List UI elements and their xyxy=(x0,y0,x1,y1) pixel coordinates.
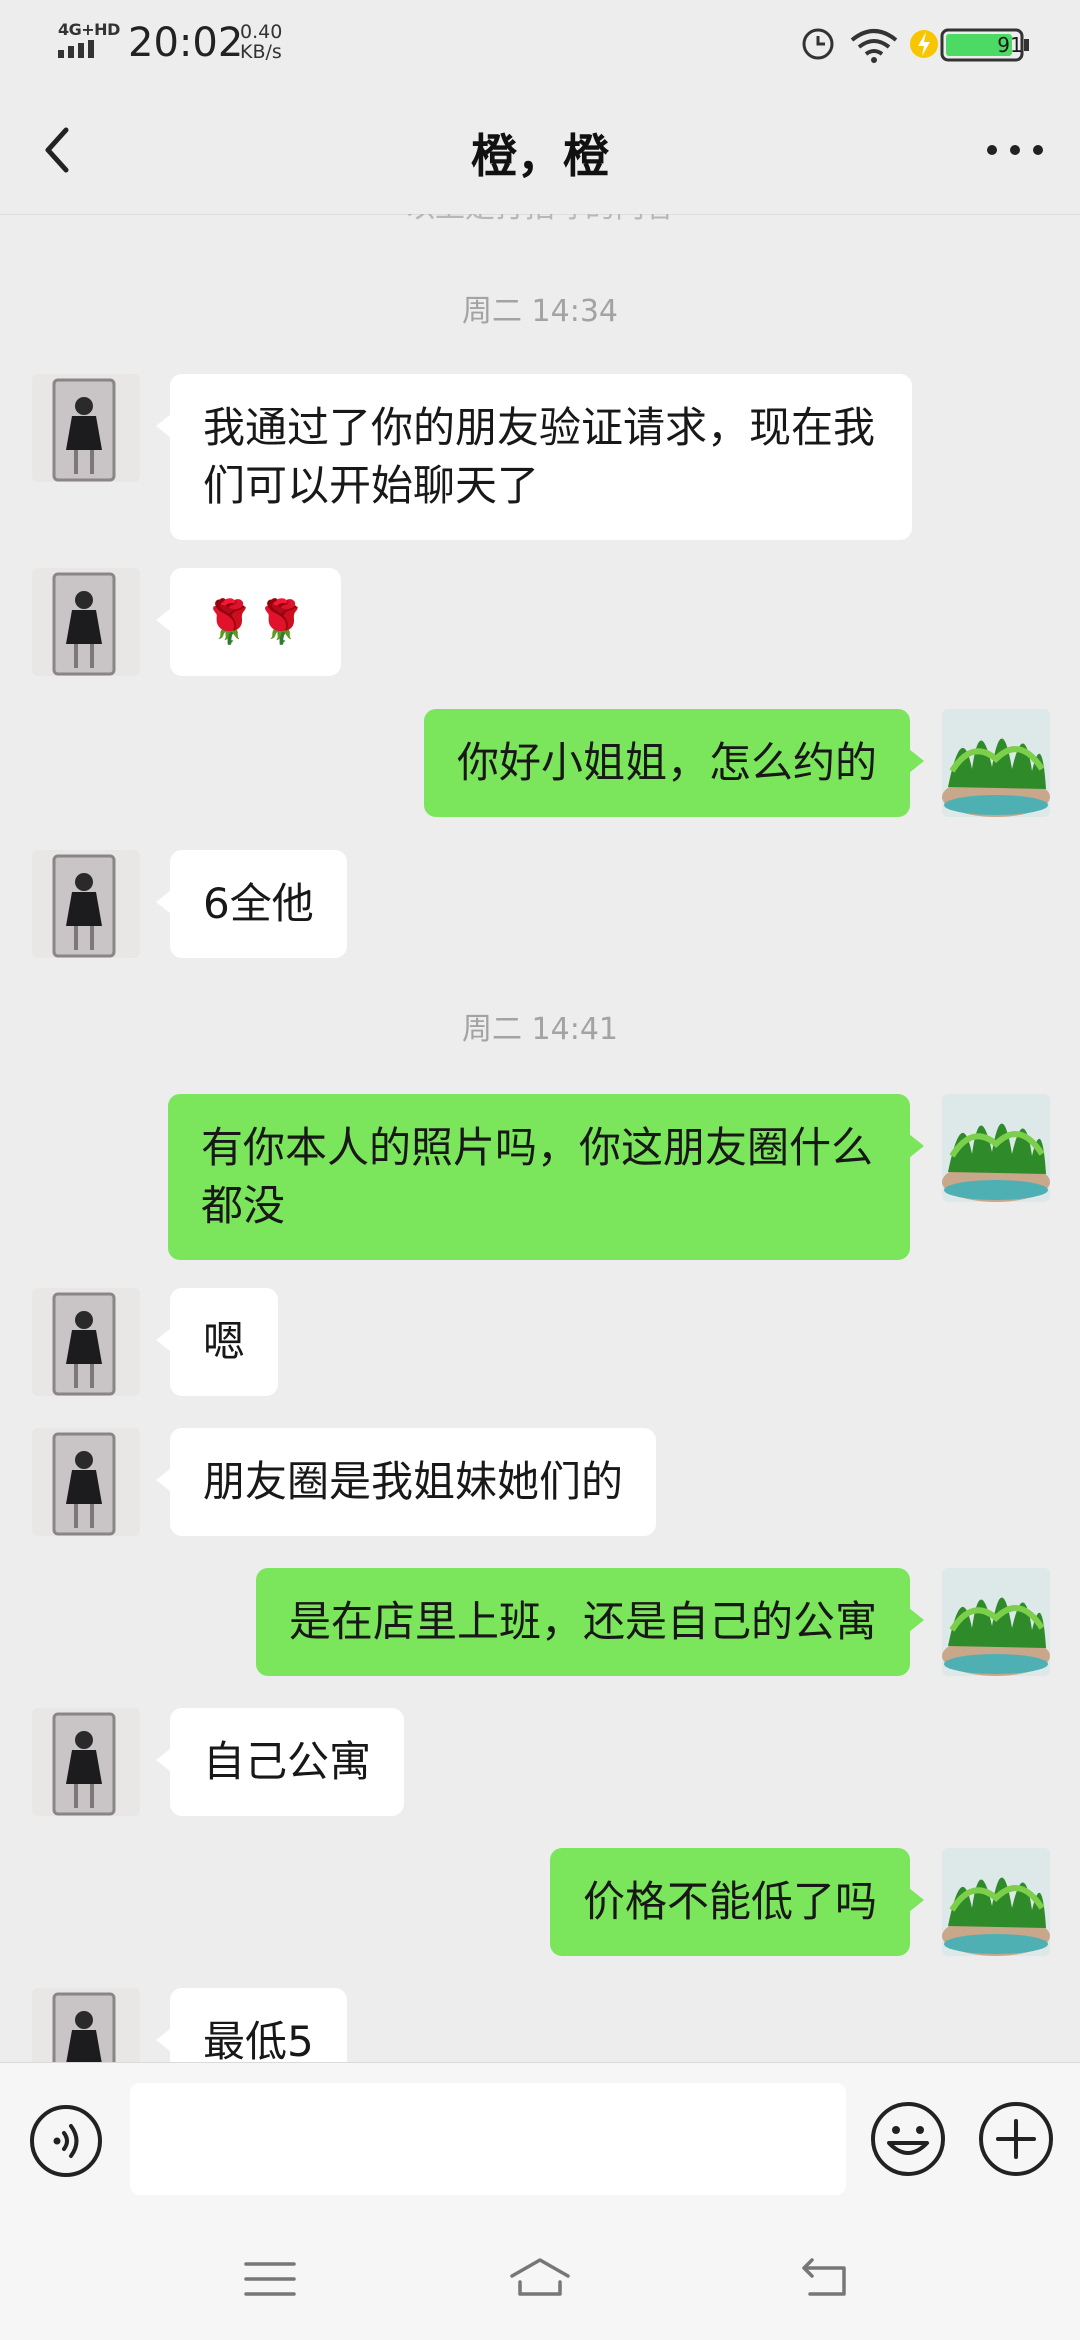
status-icons: 91 xyxy=(802,28,1029,63)
my-avatar[interactable] xyxy=(942,1848,1050,1956)
status-bar: 4G+HD 20:02 0.40 KB/s 91 xyxy=(0,0,1080,84)
more-options-icon[interactable] xyxy=(980,120,1050,180)
message-bubble[interactable]: 你好小姐姐，怎么约的 xyxy=(423,709,925,817)
message-bubble[interactable]: 自己公寓 xyxy=(155,1708,405,1816)
emoji-icon[interactable] xyxy=(868,2099,948,2179)
wifi-icon xyxy=(850,29,898,63)
message-bubble[interactable]: 嗯 xyxy=(155,1288,279,1396)
timestamp: 周二 14:34 xyxy=(462,294,618,329)
plus-icon[interactable] xyxy=(976,2099,1056,2179)
message-bubble[interactable]: 朋友圈是我姐妹她们的 xyxy=(155,1428,657,1536)
timestamp: 周二 14:41 xyxy=(462,1012,618,1047)
clock: 20:02 xyxy=(128,20,244,66)
input-bar xyxy=(0,2062,1080,2223)
battery-level: 91 xyxy=(997,33,1022,57)
chat-header: 橙，橙 xyxy=(0,84,1080,215)
message-bubble[interactable]: 6全他 xyxy=(156,850,347,958)
message-bubble[interactable]: 价格不能低了吗 xyxy=(549,1848,925,1956)
menu-icon[interactable] xyxy=(240,2254,300,2304)
network-speed: 0.40 KB/s xyxy=(240,21,283,63)
message-input[interactable] xyxy=(130,2083,846,2195)
home-icon[interactable] xyxy=(508,2254,572,2304)
contact-avatar[interactable] xyxy=(32,850,140,958)
alarm-icon xyxy=(802,28,834,60)
message-bubble[interactable]: 我通过了你的朋友验证请求，现在我们可以开始聊天了 xyxy=(156,374,912,540)
message-bubble[interactable]: 🌹🌹 xyxy=(156,568,341,676)
system-nav-bar xyxy=(0,2222,1080,2340)
back-icon[interactable] xyxy=(792,2254,852,2304)
message-bubble[interactable]: 是在店里上班，还是自己的公寓 xyxy=(255,1568,925,1676)
contact-avatar[interactable] xyxy=(32,1428,140,1536)
voice-icon[interactable] xyxy=(28,2103,104,2179)
my-avatar[interactable] xyxy=(942,709,1050,817)
chat-area[interactable]: 以上是打招呼的内容 周二 14:34 我通过了你的朋友验证请求，现在我们可以开始… xyxy=(0,214,1080,2062)
contact-avatar[interactable] xyxy=(32,1288,140,1396)
contact-avatar[interactable] xyxy=(32,1988,140,2062)
contact-avatar[interactable] xyxy=(32,1708,140,1816)
signal-icon xyxy=(58,40,94,58)
message-bubble[interactable]: 有你本人的照片吗，你这朋友圈什么都没 xyxy=(168,1094,924,1260)
my-avatar[interactable] xyxy=(942,1568,1050,1676)
system-note: 以上是打招呼的内容 xyxy=(0,214,1080,226)
charging-icon xyxy=(910,30,938,58)
contact-avatar[interactable] xyxy=(32,568,140,676)
chat-title: 橙，橙 xyxy=(471,129,609,183)
my-avatar[interactable] xyxy=(942,1094,1050,1202)
message-bubble[interactable]: 最低5 xyxy=(156,1988,347,2062)
network-type: 4G+HD xyxy=(58,20,120,39)
contact-avatar[interactable] xyxy=(32,374,140,482)
